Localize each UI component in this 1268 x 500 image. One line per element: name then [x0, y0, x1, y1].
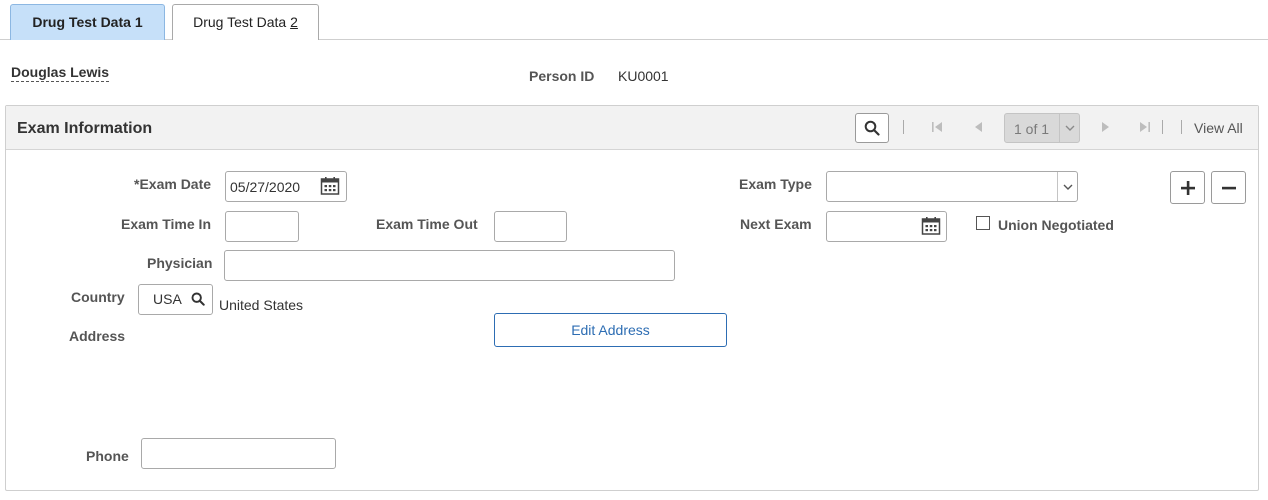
view-all-link[interactable]: View All: [1194, 120, 1243, 136]
previous-page-icon[interactable]: [972, 120, 986, 134]
exam-type-select[interactable]: [826, 171, 1078, 202]
pager-arrow: [1059, 114, 1079, 142]
tab-accesskey: 2: [290, 14, 298, 30]
country-label: Country: [71, 289, 125, 305]
last-page-icon[interactable]: [1138, 120, 1152, 134]
delete-row-button[interactable]: [1211, 171, 1246, 204]
next-page-icon[interactable]: [1098, 120, 1112, 134]
exam-time-out-input[interactable]: [494, 211, 567, 242]
exam-type-label: Exam Type: [739, 176, 812, 192]
chevron-down-icon: [1065, 125, 1074, 131]
group-header: Exam Information 1 of 1 View All: [6, 106, 1258, 150]
separator: [1162, 120, 1163, 134]
phone-label: Phone: [86, 448, 129, 464]
calendar-icon[interactable]: [320, 176, 340, 196]
union-negotiated-checkbox[interactable]: [976, 216, 990, 230]
tab-strip: Drug Test Data 1 Drug Test Data 2: [0, 0, 1268, 40]
exam-time-in-input[interactable]: [225, 211, 299, 242]
plus-icon: [1180, 180, 1195, 195]
add-row-button[interactable]: [1170, 171, 1205, 204]
pager-select[interactable]: 1 of 1: [1004, 113, 1080, 143]
exam-time-in-label: Exam Time In: [121, 216, 212, 232]
group-title: Exam Information: [17, 120, 153, 137]
search-button[interactable]: [855, 113, 889, 143]
tab-drug-test-data-2[interactable]: Drug Test Data 2: [172, 4, 319, 40]
person-id-value: KU0001: [618, 68, 669, 84]
person-id-label: Person ID: [529, 68, 595, 84]
tab-label: Drug Test Data: [193, 14, 291, 30]
exam-date-label: *Exam Date: [134, 176, 212, 192]
select-arrow: [1057, 172, 1077, 201]
chevron-down-icon: [1063, 184, 1072, 190]
union-negotiated-label: Union Negotiated: [998, 217, 1114, 233]
edit-address-button[interactable]: Edit Address: [494, 313, 727, 347]
first-page-icon[interactable]: [930, 120, 944, 134]
address-label: Address: [69, 328, 126, 344]
tab-label: Drug Test Data: [32, 14, 135, 30]
country-code: USA: [153, 291, 182, 307]
search-icon: [864, 120, 880, 136]
country-input[interactable]: USA: [138, 284, 213, 315]
calendar-icon[interactable]: [921, 216, 941, 236]
next-exam-label: Next Exam: [740, 216, 812, 232]
tab-drug-test-data-1[interactable]: Drug Test Data 1: [10, 4, 165, 40]
tab-accesskey: 1: [134, 14, 143, 30]
separator: [1181, 120, 1182, 134]
minus-icon: [1221, 186, 1236, 189]
country-name: United States: [219, 297, 304, 313]
physician-label: Physician: [147, 255, 213, 271]
person-name-link[interactable]: Douglas Lewis: [11, 64, 110, 82]
pager-text: 1 of 1: [1014, 121, 1050, 137]
phone-input[interactable]: [141, 438, 336, 469]
lookup-icon[interactable]: [191, 292, 205, 306]
separator: [903, 120, 904, 134]
exam-time-out-label: Exam Time Out: [376, 216, 478, 232]
physician-input[interactable]: [224, 250, 675, 281]
